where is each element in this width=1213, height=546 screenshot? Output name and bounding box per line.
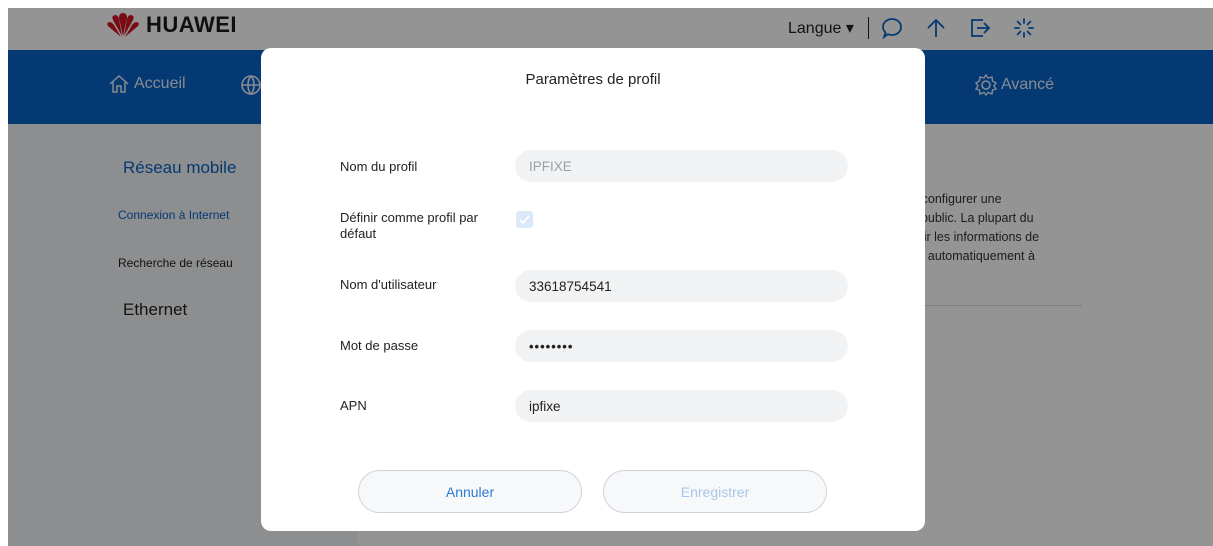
dialog-title: Paramètres de profil: [525, 71, 661, 88]
profile-name-label: Nom du profil: [340, 159, 418, 174]
username-label: Nom d'utilisateur: [340, 277, 437, 292]
save-button[interactable]: Enregistrer: [603, 470, 827, 513]
password-input[interactable]: ••••••••: [515, 330, 848, 362]
profile-name-input: IPFIXE: [515, 150, 848, 182]
check-icon: [519, 215, 530, 225]
profile-settings-dialog: Paramètres de profil Nom du profil IPFIX…: [261, 48, 925, 531]
username-value: 33618754541: [529, 278, 612, 294]
default-profile-checkbox[interactable]: [516, 211, 533, 228]
username-input[interactable]: 33618754541: [515, 270, 848, 302]
apn-input[interactable]: ipfixe: [515, 390, 848, 422]
apn-value: ipfixe: [529, 398, 561, 414]
password-label: Mot de passe: [340, 338, 419, 353]
apn-label: APN: [340, 398, 367, 413]
cancel-button[interactable]: Annuler: [358, 470, 582, 513]
profile-name-value: IPFIXE: [529, 158, 572, 174]
password-value: ••••••••: [529, 338, 574, 354]
default-profile-label: Définir comme profil par défaut: [340, 210, 478, 241]
